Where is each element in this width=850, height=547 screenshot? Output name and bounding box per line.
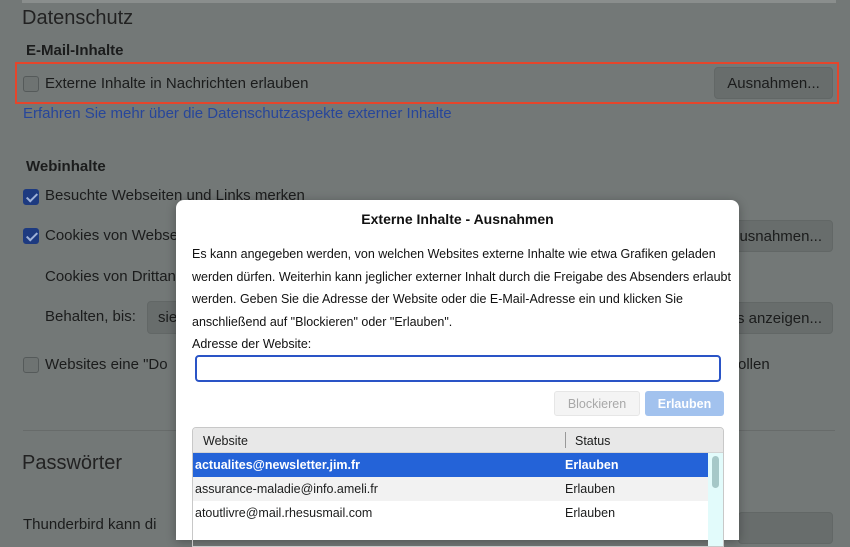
- dnt-label-tail: ollen: [738, 356, 770, 373]
- dialog-title: Externe Inhalte - Ausnahmen: [361, 211, 554, 227]
- top-strip: [22, 0, 836, 3]
- cookies-checkbox[interactable]: [23, 228, 39, 244]
- allow-button[interactable]: Erlauben: [645, 391, 724, 416]
- column-status[interactable]: Status: [575, 434, 610, 448]
- third-party-label: Cookies von Drittan: [45, 268, 176, 285]
- keep-label: Behalten, bis:: [45, 308, 136, 325]
- column-divider[interactable]: [565, 432, 566, 448]
- column-website[interactable]: Website: [203, 434, 248, 448]
- row-website: atoutlivre@mail.rhesusmail.com: [195, 506, 373, 520]
- address-input[interactable]: [195, 355, 721, 382]
- block-button[interactable]: Blockieren: [554, 391, 640, 416]
- table-row[interactable]: actualites@newsletter.jim.fr Erlauben: [193, 453, 709, 477]
- email-heading: E-Mail-Inhalte: [26, 42, 124, 59]
- exceptions-button[interactable]: Ausnahmen...: [714, 67, 833, 99]
- cookies-label: Cookies von Webse: [45, 227, 179, 244]
- table-row[interactable]: atoutlivre@mail.rhesusmail.com Erlauben: [193, 501, 709, 525]
- section-title: Datenschutz: [22, 7, 134, 29]
- external-content-label: Externe Inhalte in Nachrichten erlauben: [45, 75, 309, 92]
- dnt-label: Websites eine "Do: [45, 356, 168, 373]
- table-row[interactable]: assurance-maladie@info.ameli.fr Erlauben: [193, 477, 709, 501]
- row-status: Erlauben: [565, 482, 616, 496]
- saved-passwords-button[interactable]: [738, 512, 833, 544]
- row-website: actualites@newsletter.jim.fr: [195, 458, 361, 472]
- exceptions-table: Website Status actualites@newsletter.jim…: [192, 427, 724, 547]
- dialog-description: Es kann angegeben werden, von welchen We…: [192, 247, 731, 329]
- row-website: assurance-maladie@info.ameli.fr: [195, 482, 378, 496]
- learn-more-link[interactable]: Erfahren Sie mehr über die Datenschutzas…: [23, 105, 452, 122]
- exceptions-dialog: Externe Inhalte - Ausnahmen Es kann ange…: [176, 200, 739, 547]
- web-heading: Webinhalte: [26, 158, 106, 175]
- row-status: Erlauben: [565, 458, 619, 472]
- address-label: Adresse der Website:: [192, 337, 312, 351]
- external-content-checkbox[interactable]: [23, 76, 39, 92]
- scrollbar-thumb[interactable]: [712, 456, 719, 488]
- scrollbar[interactable]: [708, 453, 723, 546]
- table-header: Website Status: [193, 428, 723, 453]
- row-status: Erlauben: [565, 506, 616, 520]
- dnt-checkbox[interactable]: [23, 357, 39, 373]
- passwords-title: Passwörter: [22, 452, 123, 474]
- visited-checkbox[interactable]: [23, 189, 39, 205]
